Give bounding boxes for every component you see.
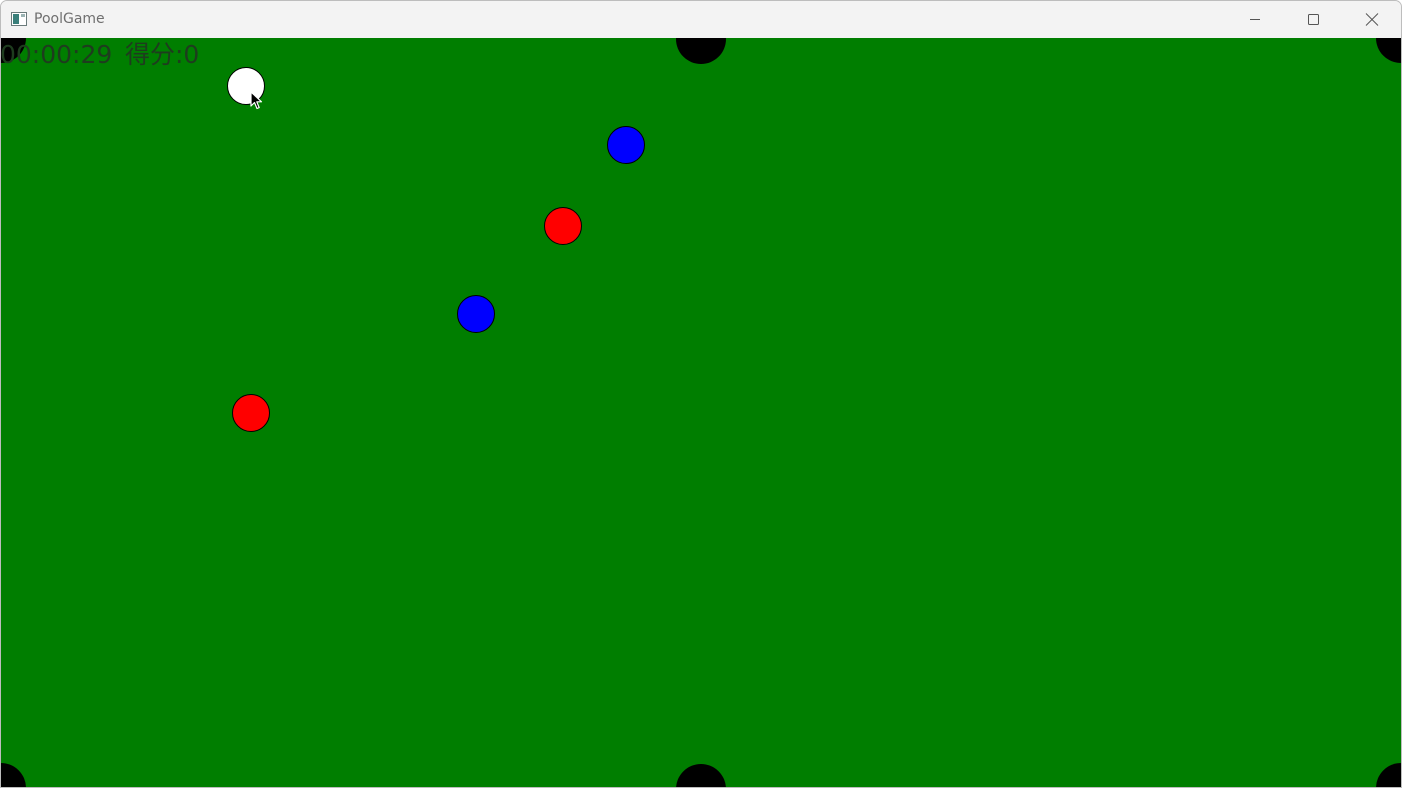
maximize-button[interactable] bbox=[1284, 1, 1342, 38]
title-bar[interactable]: PoolGame bbox=[1, 1, 1401, 38]
mouse-cursor-icon bbox=[250, 91, 263, 110]
close-button[interactable] bbox=[1343, 1, 1401, 38]
close-icon bbox=[1365, 13, 1379, 26]
app-icon bbox=[11, 12, 27, 26]
game-window: PoolGame 00:00:29 得分:0 bbox=[0, 0, 1402, 788]
red-ball bbox=[544, 207, 582, 245]
red-ball bbox=[232, 394, 270, 432]
maximize-icon bbox=[1308, 14, 1319, 25]
blue-ball bbox=[457, 295, 495, 333]
pocket-bottom-left bbox=[1, 763, 26, 787]
game-timer: 00:00:29 bbox=[1, 40, 113, 69]
pool-table[interactable]: 00:00:29 得分:0 bbox=[1, 38, 1401, 788]
minimize-icon bbox=[1250, 19, 1260, 20]
minimize-button[interactable] bbox=[1225, 1, 1283, 38]
table-canvas[interactable] bbox=[1, 38, 1401, 788]
window-title: PoolGame bbox=[34, 11, 105, 27]
pocket-top-middle bbox=[676, 38, 726, 64]
pocket-top-right bbox=[1376, 38, 1401, 63]
score-label: 得分:0 bbox=[125, 40, 200, 69]
blue-ball bbox=[607, 126, 645, 164]
pocket-bottom-right bbox=[1376, 763, 1401, 787]
pocket-bottom-middle bbox=[676, 764, 726, 787]
